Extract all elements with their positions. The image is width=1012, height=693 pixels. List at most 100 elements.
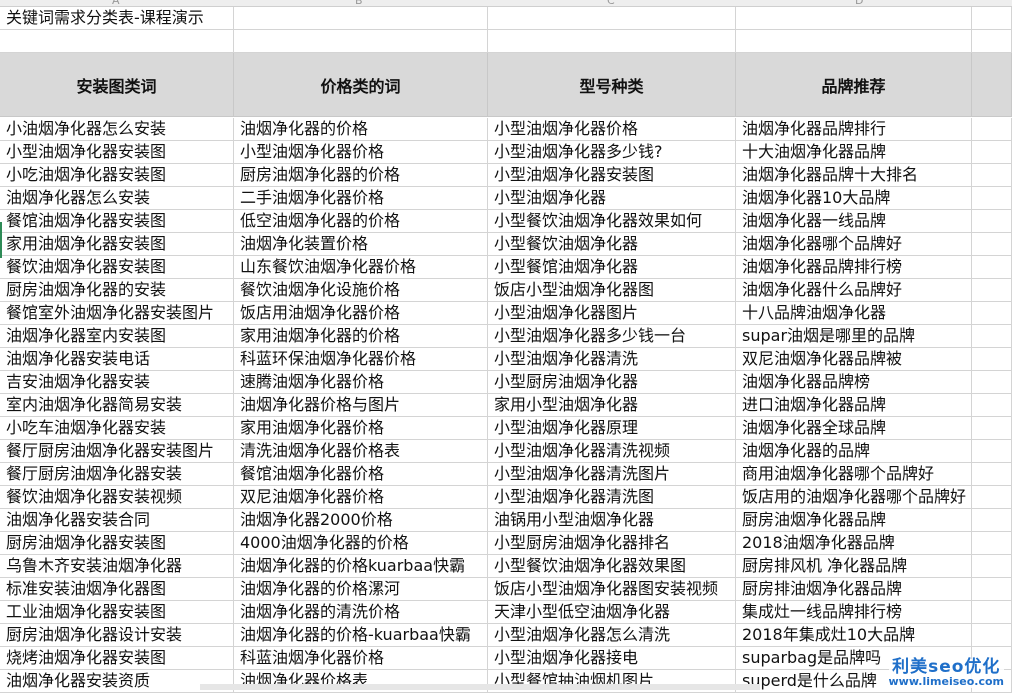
table-cell[interactable]: 油烟净化器室内安装图	[0, 325, 234, 348]
empty-cell[interactable]	[234, 30, 488, 53]
table-cell[interactable]: 吉安油烟净化器安装	[0, 371, 234, 394]
table-cell[interactable]: 集成灶一线品牌排行榜	[736, 601, 972, 624]
table-cell[interactable]: 油烟净化器哪个品牌好	[736, 233, 972, 256]
column-letter-b[interactable]: B	[355, 0, 363, 6]
table-cell[interactable]: 小型餐饮油烟净化器效果图	[488, 555, 736, 578]
table-cell[interactable]: 油烟净化装置价格	[234, 233, 488, 256]
empty-cell[interactable]	[488, 30, 736, 53]
table-cell[interactable]: 油烟净化器怎么安装	[0, 187, 234, 210]
table-cell[interactable]: 油锅用小型油烟净化器	[488, 509, 736, 532]
table-cell[interactable]: 家用油烟净化器安装图	[0, 233, 234, 256]
table-cell[interactable]: 餐饮油烟净化器安装视频	[0, 486, 234, 509]
table-cell[interactable]: 小型油烟净化器价格	[488, 118, 736, 141]
empty-cell[interactable]	[972, 279, 1012, 302]
empty-cell[interactable]	[972, 256, 1012, 279]
table-cell[interactable]: 油烟净化器品牌十大排名	[736, 164, 972, 187]
table-cell[interactable]: 饭店用油烟净化器价格	[234, 302, 488, 325]
table-cell[interactable]: 低空油烟净化器的价格	[234, 210, 488, 233]
table-cell[interactable]: 烧烤油烟净化器安装图	[0, 647, 234, 670]
table-cell[interactable]: 油烟净化器全球品牌	[736, 417, 972, 440]
header-cell-model[interactable]: 型号种类	[488, 53, 736, 117]
header-cell-brand[interactable]: 品牌推荐	[736, 53, 972, 117]
table-cell[interactable]: 餐馆室外油烟净化器安装图片	[0, 302, 234, 325]
table-cell[interactable]: 厨房油烟净化器品牌	[736, 509, 972, 532]
table-cell[interactable]: 油烟净化器的价格漯河	[234, 578, 488, 601]
column-letter-a[interactable]: A	[112, 0, 120, 6]
table-cell[interactable]: 双尼油烟净化器品牌被	[736, 348, 972, 371]
empty-cell[interactable]	[972, 118, 1012, 141]
table-cell[interactable]: 进口油烟净化器品牌	[736, 394, 972, 417]
table-cell[interactable]: 油烟净化器10大品牌	[736, 187, 972, 210]
table-cell[interactable]: 山东餐饮油烟净化器价格	[234, 256, 488, 279]
table-cell[interactable]: 油烟净化器的价格	[234, 118, 488, 141]
empty-cell[interactable]	[972, 440, 1012, 463]
table-cell[interactable]: 小型厨房油烟净化器	[488, 371, 736, 394]
table-cell[interactable]: 速腾油烟净化器价格	[234, 371, 488, 394]
table-cell[interactable]: 室内油烟净化器简易安装	[0, 394, 234, 417]
table-cell[interactable]: 小型油烟净化器清洗图	[488, 486, 736, 509]
table-cell[interactable]: 油烟净化器的品牌	[736, 440, 972, 463]
table-cell[interactable]: 小吃油烟净化器安装图	[0, 164, 234, 187]
table-cell[interactable]: 二手油烟净化器价格	[234, 187, 488, 210]
table-cell[interactable]: 乌鲁木齐安装油烟净化器	[0, 555, 234, 578]
empty-cell[interactable]	[972, 463, 1012, 486]
table-cell[interactable]: 油烟净化器安装合同	[0, 509, 234, 532]
table-cell[interactable]: 清洗油烟净化器价格表	[234, 440, 488, 463]
table-cell[interactable]: 小型油烟净化器	[488, 187, 736, 210]
table-cell[interactable]: 小型油烟净化器图片	[488, 302, 736, 325]
empty-cell[interactable]	[972, 348, 1012, 371]
table-cell[interactable]: 餐馆油烟净化器安装图	[0, 210, 234, 233]
table-cell[interactable]: 小型油烟净化器原理	[488, 417, 736, 440]
table-cell[interactable]: 天津小型低空油烟净化器	[488, 601, 736, 624]
empty-cell[interactable]	[488, 7, 736, 30]
empty-cell[interactable]	[972, 325, 1012, 348]
table-cell[interactable]: 小型油烟净化器价格	[234, 141, 488, 164]
table-cell[interactable]: 4000油烟净化器的价格	[234, 532, 488, 555]
table-cell[interactable]: 油烟净化器的价格-kuarbaa快霸	[234, 624, 488, 647]
table-cell[interactable]: 2018油烟净化器品牌	[736, 532, 972, 555]
empty-cell[interactable]	[972, 417, 1012, 440]
table-cell[interactable]: 小型油烟净化器多少钱?	[488, 141, 736, 164]
empty-cell[interactable]	[234, 7, 488, 30]
empty-cell[interactable]	[972, 394, 1012, 417]
column-letter-c[interactable]: C	[607, 0, 615, 6]
empty-cell[interactable]	[972, 187, 1012, 210]
sheet-title-cell[interactable]: 关键词需求分类表-课程演示	[0, 7, 234, 30]
table-cell[interactable]: 油烟净化器什么品牌好	[736, 279, 972, 302]
table-cell[interactable]: 小型餐饮油烟净化器效果如何	[488, 210, 736, 233]
empty-cell[interactable]	[972, 233, 1012, 256]
table-cell[interactable]: 厨房排油烟净化器品牌	[736, 578, 972, 601]
table-cell[interactable]: 厨房油烟净化器的价格	[234, 164, 488, 187]
table-cell[interactable]: 小型油烟净化器怎么清洗	[488, 624, 736, 647]
horizontal-scrollbar[interactable]	[200, 684, 760, 690]
table-cell[interactable]: 油烟净化器品牌排行榜	[736, 256, 972, 279]
empty-cell[interactable]	[736, 7, 972, 30]
empty-cell[interactable]	[736, 30, 972, 53]
header-cell-install[interactable]: 安装图类词	[0, 53, 234, 117]
table-cell[interactable]: 科蓝油烟净化器价格	[234, 647, 488, 670]
header-cell-empty[interactable]	[972, 53, 1012, 117]
empty-cell[interactable]	[972, 486, 1012, 509]
table-cell[interactable]: 油烟净化器的清洗价格	[234, 601, 488, 624]
table-cell[interactable]: 油烟净化器的价格kuarbaa快霸	[234, 555, 488, 578]
table-cell[interactable]: 饭店小型油烟净化器图	[488, 279, 736, 302]
table-cell[interactable]: 商用油烟净化器哪个品牌好	[736, 463, 972, 486]
table-cell[interactable]: 油烟净化器一线品牌	[736, 210, 972, 233]
table-cell[interactable]: 2018年集成灶10大品牌	[736, 624, 972, 647]
column-letter-d[interactable]: D	[855, 0, 863, 6]
table-cell[interactable]: 餐饮油烟净化器安装图	[0, 256, 234, 279]
empty-cell[interactable]	[972, 7, 1012, 30]
table-cell[interactable]: 饭店小型油烟净化器图安装视频	[488, 578, 736, 601]
empty-cell[interactable]	[972, 141, 1012, 164]
table-cell[interactable]: 厨房排风机 净化器品牌	[736, 555, 972, 578]
table-cell[interactable]: 小型油烟净化器清洗	[488, 348, 736, 371]
table-cell[interactable]: 十八品牌油烟净化器	[736, 302, 972, 325]
table-cell[interactable]: 餐厅厨房油烟净化器安装	[0, 463, 234, 486]
empty-cell[interactable]	[972, 509, 1012, 532]
table-cell[interactable]: 小型油烟净化器清洗图片	[488, 463, 736, 486]
table-cell[interactable]: 厨房油烟净化器设计安装	[0, 624, 234, 647]
empty-cell[interactable]	[972, 30, 1012, 53]
empty-cell[interactable]	[972, 164, 1012, 187]
empty-cell[interactable]	[972, 532, 1012, 555]
table-cell[interactable]: 标准安装油烟净化器图	[0, 578, 234, 601]
